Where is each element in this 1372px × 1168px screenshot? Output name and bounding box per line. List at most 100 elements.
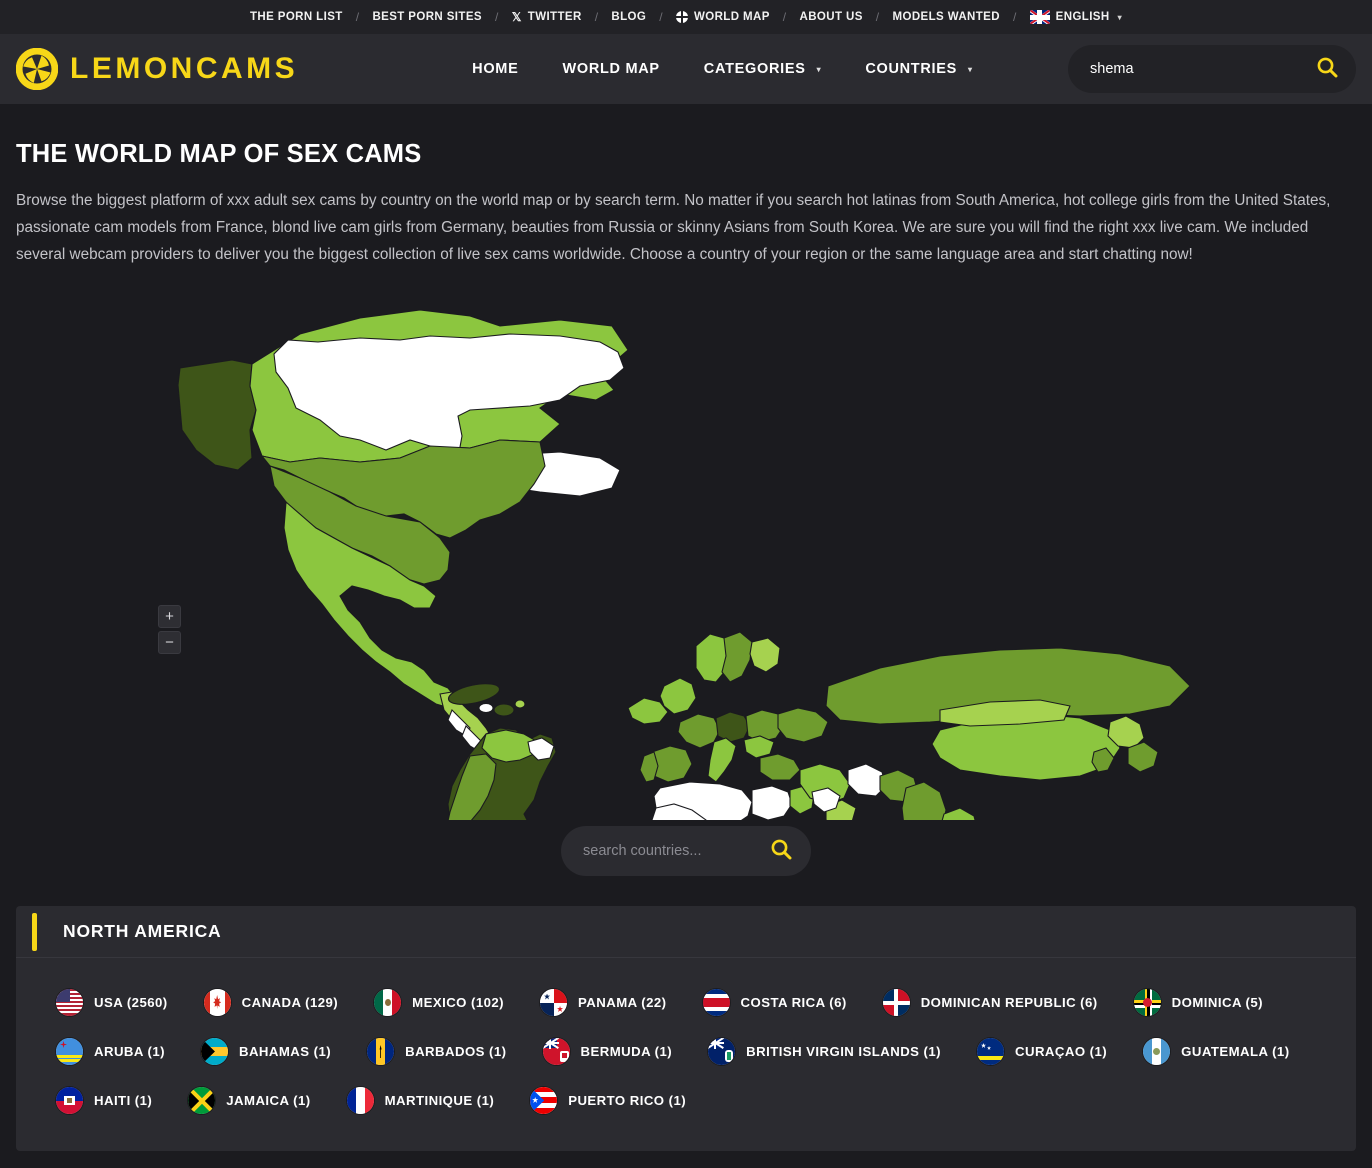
country-item-guatemala[interactable]: GUATEMALA (1) xyxy=(1143,1027,1289,1076)
flag-jamaica-icon xyxy=(188,1087,216,1114)
topbar-link-label: WORLD MAP xyxy=(693,11,770,23)
country-item-bermuda[interactable]: BERMUDA (1) xyxy=(542,1027,673,1076)
region-card-body: USA (2560) CANADA (129) MEXICO (102) PAN… xyxy=(16,958,1356,1151)
topbar-link-blog[interactable]: BLOG xyxy=(598,11,659,23)
flag-aruba-icon xyxy=(56,1038,83,1065)
search-input[interactable] xyxy=(1090,61,1316,77)
nav-item-world-map[interactable]: WORLD MAP xyxy=(540,61,681,77)
country-label: GUATEMALA (1) xyxy=(1181,1044,1290,1059)
topbar-link-the-porn-list[interactable]: THE PORN LIST xyxy=(237,11,356,23)
country-label: ARUBA (1) xyxy=(94,1044,165,1059)
flag-usa-icon xyxy=(56,989,83,1016)
country-item-costa-rica[interactable]: COSTA RICA (6) xyxy=(702,978,847,1027)
flag-dominican-republic-icon xyxy=(882,989,910,1016)
flag-curacao-icon xyxy=(977,1038,1005,1065)
flag-bahamas-icon xyxy=(200,1038,228,1065)
country-item-martinique[interactable]: MARTINIQUE (1) xyxy=(346,1076,495,1125)
flag-dominica-icon xyxy=(1133,989,1161,1016)
language-selector[interactable]: ENGLISH ▾ xyxy=(1017,10,1135,24)
flag-costa-rica-icon xyxy=(702,989,730,1016)
flag-bermuda-icon xyxy=(542,1038,570,1065)
country-label: JAMAICA (1) xyxy=(226,1093,311,1108)
main-navigation: HOME WORLD MAP CATEGORIES ▾ COUNTRIES ▾ xyxy=(450,61,995,77)
topbar-link-twitter[interactable]: 𝕏 TWITTER xyxy=(499,11,595,23)
country-item-mexico[interactable]: MEXICO (102) xyxy=(374,978,504,1027)
region-card-header: NORTH AMERICA xyxy=(16,906,1356,958)
flag-panama-icon xyxy=(540,989,568,1016)
region-accent-bar xyxy=(32,912,37,951)
map-zoom-in-button[interactable]: + xyxy=(158,605,181,628)
map-zoom-out-button[interactable]: − xyxy=(158,631,181,654)
utility-topbar: THE PORN LIST / BEST PORN SITES / 𝕏 TWIT… xyxy=(0,0,1372,34)
site-logo[interactable]: LEMONCAMS xyxy=(16,48,298,90)
country-label: PUERTO RICO (1) xyxy=(568,1093,687,1108)
chevron-down-icon: ▾ xyxy=(816,64,822,74)
country-item-bahamas[interactable]: BAHAMAS (1) xyxy=(200,1027,331,1076)
flag-barbados-icon xyxy=(367,1038,395,1065)
country-item-curacao[interactable]: CURAÇAO (1) xyxy=(977,1027,1107,1076)
region-title: NORTH AMERICA xyxy=(63,921,222,941)
nav-item-label: HOME xyxy=(472,61,519,77)
nav-item-label: WORLD MAP xyxy=(562,61,660,77)
region-card-north-america: NORTH AMERICA USA (2560) CANADA (129) ME… xyxy=(16,906,1356,1151)
topbar-link-best-porn-sites[interactable]: BEST PORN SITES xyxy=(359,11,495,23)
country-item-barbados[interactable]: BARBADOS (1) xyxy=(367,1027,506,1076)
country-label: BARBADOS (1) xyxy=(405,1044,507,1059)
search-icon[interactable] xyxy=(770,838,792,865)
country-item-british-virgin-islands[interactable]: BRITISH VIRGIN ISLANDS (1) xyxy=(708,1027,941,1076)
country-label: MARTINIQUE (1) xyxy=(384,1093,495,1108)
country-label: COSTA RICA (6) xyxy=(740,995,847,1010)
country-item-jamaica[interactable]: JAMAICA (1) xyxy=(188,1076,310,1125)
x-twitter-icon: 𝕏 xyxy=(511,10,522,24)
chevron-down-icon: ▾ xyxy=(1117,12,1123,22)
country-item-dominican-republic[interactable]: DOMINICAN REPUBLIC (6) xyxy=(882,978,1098,1027)
country-label: DOMINICAN REPUBLIC (6) xyxy=(920,995,1098,1010)
country-label: USA (2560) xyxy=(94,995,168,1010)
country-item-canada[interactable]: CANADA (129) xyxy=(203,978,339,1027)
camera-shutter-icon xyxy=(16,48,58,90)
country-search-input[interactable] xyxy=(583,843,770,859)
topbar-link-label: MODELS WANTED xyxy=(892,11,1000,23)
flag-british-virgin-islands-icon xyxy=(708,1038,736,1065)
country-item-aruba[interactable]: ARUBA (1) xyxy=(56,1027,165,1076)
page-title: THE WORLD MAP OF SEX CAMS xyxy=(16,140,422,168)
country-item-haiti[interactable]: HAITI (1) xyxy=(56,1076,152,1125)
search-icon[interactable] xyxy=(1316,56,1338,83)
country-label: CANADA (129) xyxy=(241,995,339,1010)
country-label: BRITISH VIRGIN ISLANDS (1) xyxy=(746,1044,942,1059)
country-item-puerto-rico[interactable]: PUERTO RICO (1) xyxy=(530,1076,686,1125)
topbar-link-label: ABOUT US xyxy=(799,11,863,23)
country-puerto-rico xyxy=(514,699,526,709)
flag-martinique-icon xyxy=(346,1087,374,1114)
country-label: DOMINICA (5) xyxy=(1171,995,1264,1010)
flag-puerto-rico-icon xyxy=(530,1087,558,1114)
chevron-down-icon: ▾ xyxy=(968,64,973,74)
country-jamaica-small xyxy=(478,702,494,714)
flag-mexico-icon xyxy=(374,989,402,1016)
topbar-link-label: TWITTER xyxy=(527,11,582,23)
nav-item-categories[interactable]: CATEGORIES ▾ xyxy=(682,61,844,77)
country-search[interactable] xyxy=(561,826,811,876)
nav-item-countries[interactable]: COUNTRIES ▾ xyxy=(843,61,994,77)
country-label: CURAÇAO (1) xyxy=(1015,1044,1108,1059)
topbar-link-about-us[interactable]: ABOUT US xyxy=(787,11,876,23)
topbar-link-label: BLOG xyxy=(611,11,647,23)
topbar-link-label: BEST PORN SITES xyxy=(372,11,482,23)
world-map-container[interactable]: + − xyxy=(0,290,1372,820)
topbar-link-world-map[interactable]: WORLD MAP xyxy=(663,11,783,23)
map-zoom-controls[interactable]: + − xyxy=(158,605,181,657)
world-choropleth-map[interactable] xyxy=(0,290,1372,820)
globe-icon xyxy=(675,11,688,23)
header-search[interactable] xyxy=(1068,45,1356,93)
topbar-link-models-wanted[interactable]: MODELS WANTED xyxy=(880,11,1013,23)
logo-text: LEMONCAMS xyxy=(70,52,299,85)
country-label: MEXICO (102) xyxy=(412,995,505,1010)
nav-item-label: CATEGORIES xyxy=(703,61,806,77)
country-item-usa[interactable]: USA (2560) xyxy=(56,978,168,1027)
country-item-panama[interactable]: PANAMA (22) xyxy=(540,978,666,1027)
site-header: LEMONCAMS HOME WORLD MAP CATEGORIES ▾ CO… xyxy=(0,34,1372,104)
nav-item-home[interactable]: HOME xyxy=(450,61,540,77)
country-item-dominica[interactable]: DOMINICA (5) xyxy=(1133,978,1264,1027)
flag-canada-icon xyxy=(203,989,231,1016)
country-hispaniola xyxy=(493,703,515,717)
